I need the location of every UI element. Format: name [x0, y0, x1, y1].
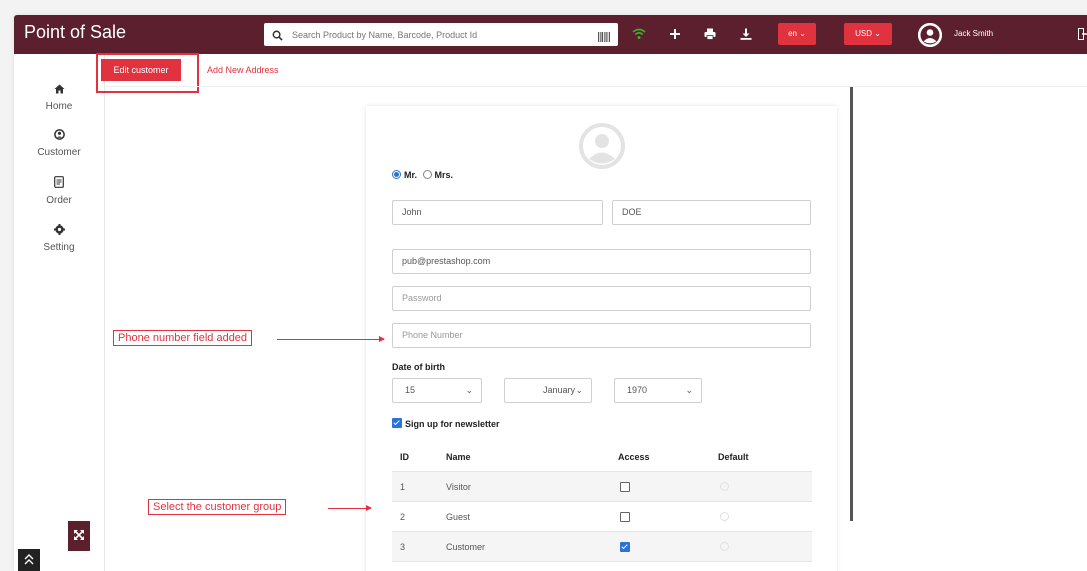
annotation-phone-field: Phone number field added: [113, 330, 253, 346]
wifi-icon: [632, 27, 646, 45]
sidebar-item-home[interactable]: Home: [14, 81, 104, 112]
chevron-down-icon: ⌄: [575, 385, 583, 395]
radio-mr[interactable]: Mr.: [392, 170, 417, 180]
checkbox-checked-icon: [392, 418, 402, 428]
row-id: 1: [400, 482, 406, 492]
default-radio[interactable]: [720, 482, 729, 493]
search-box[interactable]: [264, 23, 618, 46]
pos-screen: Point of Sale en ⌄ USD ⌄: [14, 15, 1087, 571]
sidebar-item-label: Home: [45, 101, 73, 112]
radio-mrs-label: Mrs.: [434, 170, 454, 180]
sidebar: Home Customer Order Setting: [14, 54, 105, 571]
annotation-arrow: [328, 505, 372, 511]
row-id: 2: [400, 512, 406, 522]
access-checkbox[interactable]: [620, 482, 633, 493]
sidebar-item-label: Customer: [37, 147, 81, 158]
row-name: Guest: [446, 512, 471, 522]
search-input[interactable]: [290, 26, 594, 44]
double-chevron-up-icon: [18, 554, 40, 571]
checkbox-icon: [620, 512, 630, 522]
checkbox-icon: [620, 482, 630, 492]
barcode-icon[interactable]: [598, 29, 610, 47]
dob-month-select[interactable]: January ⌄: [504, 378, 592, 403]
fullscreen-button[interactable]: [68, 521, 90, 551]
dob-year-value: 1970: [627, 385, 648, 395]
scroll-top-button[interactable]: [18, 549, 40, 571]
table-header-default: Default: [718, 452, 749, 462]
phone-number-field[interactable]: Phone Number: [392, 323, 811, 348]
sidebar-item-label: Setting: [43, 242, 75, 253]
dob-day-select[interactable]: 15 ⌄: [392, 378, 482, 403]
radio-disabled-icon: [720, 542, 729, 551]
currency-label: USD: [855, 29, 872, 38]
profile-placeholder-icon: [578, 122, 626, 175]
user-icon: [14, 127, 104, 145]
add-icon[interactable]: [669, 27, 681, 45]
print-icon[interactable]: [704, 27, 716, 45]
newsletter-label: Sign up for newsletter: [405, 419, 500, 429]
dob-year-select[interactable]: 1970 ⌄: [614, 378, 702, 403]
newsletter-checkbox[interactable]: Sign up for newsletter: [392, 418, 500, 429]
logout-icon[interactable]: [1078, 27, 1087, 45]
table-header-id: ID: [400, 452, 409, 462]
app-title: Point of Sale: [24, 22, 127, 42]
sidebar-item-customer[interactable]: Customer: [14, 127, 104, 158]
row-id: 3: [400, 542, 406, 552]
title-radio-group: Mr. Mrs.: [392, 170, 453, 180]
annotation-arrow: [277, 336, 385, 342]
chevron-down-icon: ⌄: [874, 29, 881, 38]
table-row: 1 Visitor: [392, 471, 812, 502]
customer-form-card: Mr. Mrs. John DOE pub@prestashop.com Pas…: [366, 106, 837, 571]
tab-add-new-address[interactable]: Add New Address: [207, 65, 279, 75]
radio-dot-icon: [392, 170, 401, 179]
dob-day-value: 15: [405, 385, 416, 395]
scrollbar[interactable]: [850, 87, 853, 521]
radio-mrs[interactable]: Mrs.: [422, 170, 454, 180]
row-name: Customer: [446, 542, 486, 552]
default-radio[interactable]: [720, 512, 729, 523]
sidebar-item-order[interactable]: Order: [14, 175, 104, 206]
table-header-name: Name: [446, 452, 471, 462]
sidebar-item-label: Order: [46, 195, 72, 206]
access-checkbox[interactable]: [620, 512, 633, 523]
user-avatar-icon[interactable]: [918, 23, 942, 47]
checkbox-checked-icon: [620, 542, 630, 552]
table-row: [392, 561, 812, 571]
annotation-customer-group: Select the customer group: [148, 499, 287, 515]
user-name[interactable]: Jack Smith: [954, 29, 993, 38]
dob-label: Date of birth: [392, 362, 445, 372]
radio-disabled-icon: [720, 512, 729, 521]
top-bar: Point of Sale en ⌄ USD ⌄: [14, 15, 1087, 54]
table-row: 2 Guest: [392, 501, 812, 532]
search-icon: [272, 28, 283, 46]
tab-highlight-box: [96, 53, 199, 93]
expand-icon: [68, 530, 90, 555]
download-icon[interactable]: [740, 27, 752, 45]
default-radio[interactable]: [720, 542, 729, 553]
first-name-field[interactable]: John: [392, 200, 603, 225]
radio-dot-icon: [422, 170, 432, 179]
radio-disabled-icon: [720, 482, 729, 491]
chevron-down-icon: ⌄: [465, 385, 473, 395]
chevron-down-icon: ⌄: [799, 29, 806, 38]
sidebar-item-setting[interactable]: Setting: [14, 222, 104, 253]
last-name-field[interactable]: DOE: [612, 200, 811, 225]
order-icon: [14, 175, 104, 193]
radio-mr-label: Mr.: [404, 170, 418, 180]
row-name: Visitor: [446, 482, 471, 492]
access-checkbox[interactable]: [620, 542, 633, 553]
currency-dropdown[interactable]: USD ⌄: [844, 23, 892, 45]
chevron-down-icon: ⌄: [685, 385, 693, 395]
language-label: en: [788, 29, 797, 38]
home-icon: [14, 81, 104, 99]
table-header-access: Access: [618, 452, 650, 462]
tab-divider: [104, 86, 1087, 87]
email-field[interactable]: pub@prestashop.com: [392, 249, 811, 274]
table-row: 3 Customer: [392, 531, 812, 562]
language-dropdown[interactable]: en ⌄: [778, 23, 816, 45]
gear-icon: [14, 222, 104, 240]
dob-month-value: January: [543, 385, 576, 395]
password-field[interactable]: Password: [392, 286, 811, 311]
